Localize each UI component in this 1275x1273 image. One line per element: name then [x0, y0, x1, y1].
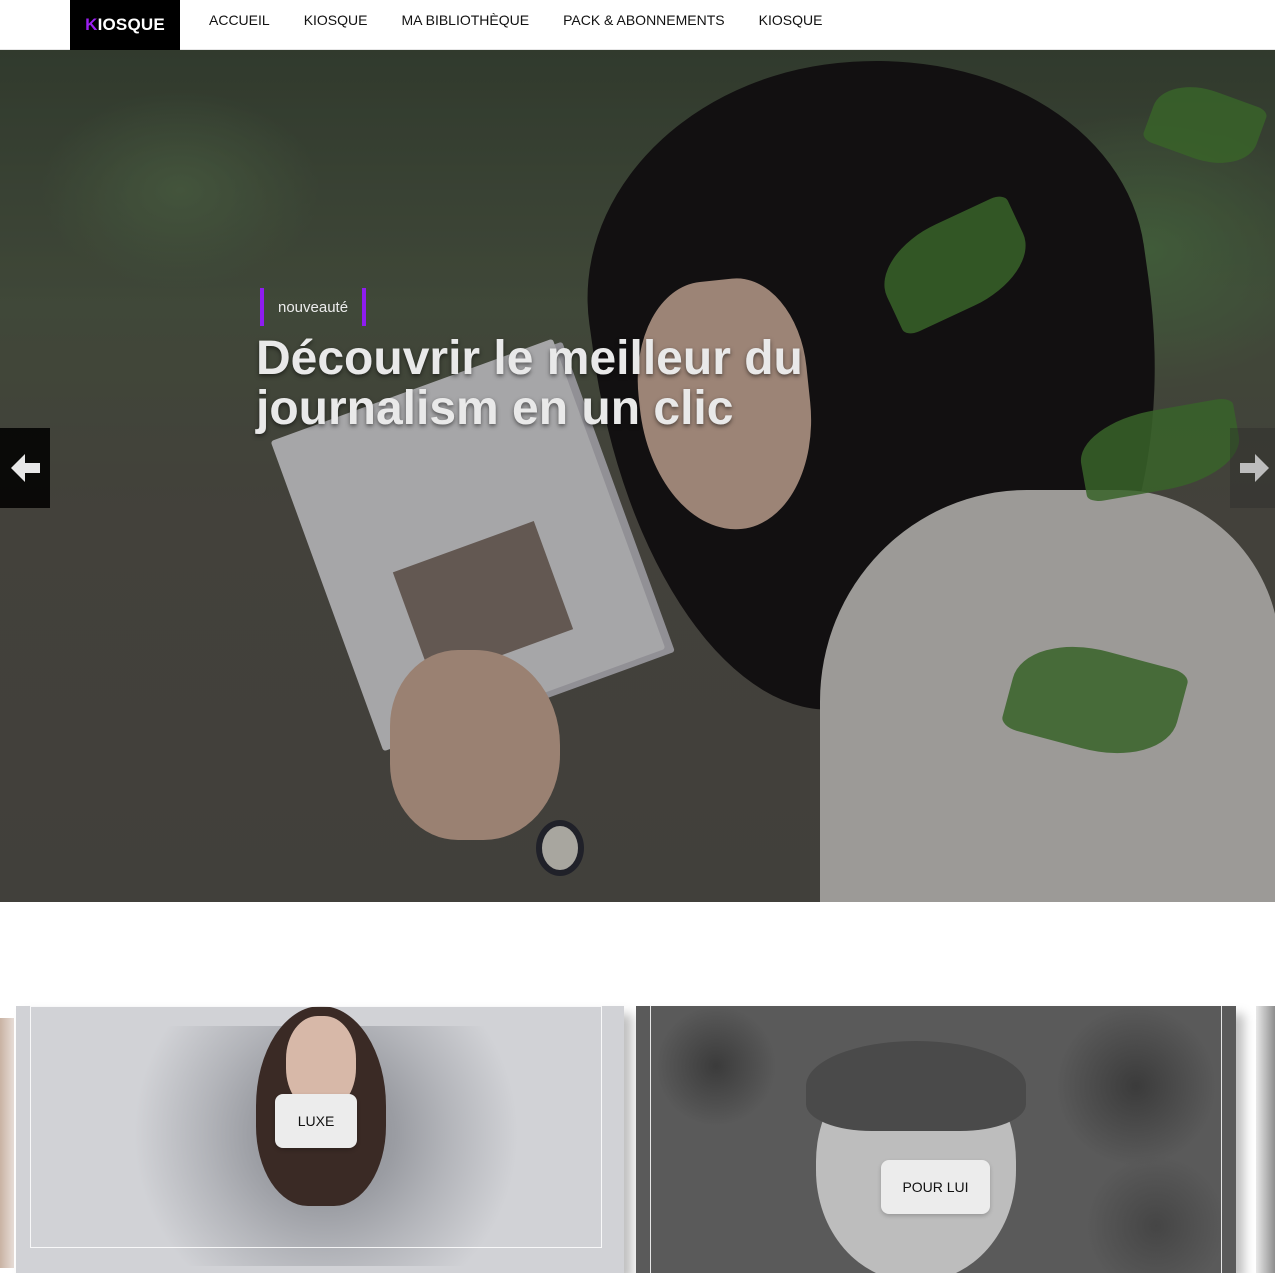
hero-tag: nouveauté: [260, 288, 367, 326]
category-luxe-button[interactable]: LUXE: [275, 1094, 357, 1148]
hero-slider: [0, 50, 1275, 902]
slider-prev-button[interactable]: [0, 428, 50, 508]
nav-item-kiosque[interactable]: KIOSQUE: [287, 12, 385, 28]
brand-logo-text: IOSQUE: [97, 15, 165, 34]
brand-logo[interactable]: K IOSQUE: [70, 0, 180, 50]
slider-next-button[interactable]: [1230, 428, 1275, 508]
nav-item-accueil[interactable]: ACCUEIL: [192, 12, 287, 28]
category-card-luxe[interactable]: LUXE: [16, 1006, 624, 1273]
nav-item-kiosque-2[interactable]: KIOSQUE: [742, 12, 840, 28]
carousel-card-edge-right: [1256, 1006, 1275, 1273]
category-card-pour-lui[interactable]: POUR LUI: [636, 1006, 1236, 1273]
arrow-right-icon: [1240, 454, 1269, 482]
top-navbar: K IOSQUE ACCUEIL KIOSQUE MA BIBLIOTHÈQUE …: [0, 0, 1275, 50]
carousel-card-edge-left: [0, 1018, 14, 1268]
hero-headline: Découvrir le meilleur du journalism en u…: [256, 332, 803, 435]
category-pour-lui-button[interactable]: POUR LUI: [881, 1160, 990, 1214]
main-nav: ACCUEIL KIOSQUE MA BIBLIOTHÈQUE PACK & A…: [192, 0, 839, 40]
card-frame: [650, 1006, 1222, 1273]
arrow-left-icon: [11, 454, 40, 482]
brand-logo-accent-letter: K: [85, 15, 98, 34]
hero-overlay: [0, 50, 1275, 902]
nav-item-pack-abonnements[interactable]: PACK & ABONNEMENTS: [546, 12, 742, 28]
nav-item-ma-bibliotheque[interactable]: MA BIBLIOTHÈQUE: [384, 12, 546, 28]
hero-tag-text: nouveauté: [278, 298, 349, 316]
